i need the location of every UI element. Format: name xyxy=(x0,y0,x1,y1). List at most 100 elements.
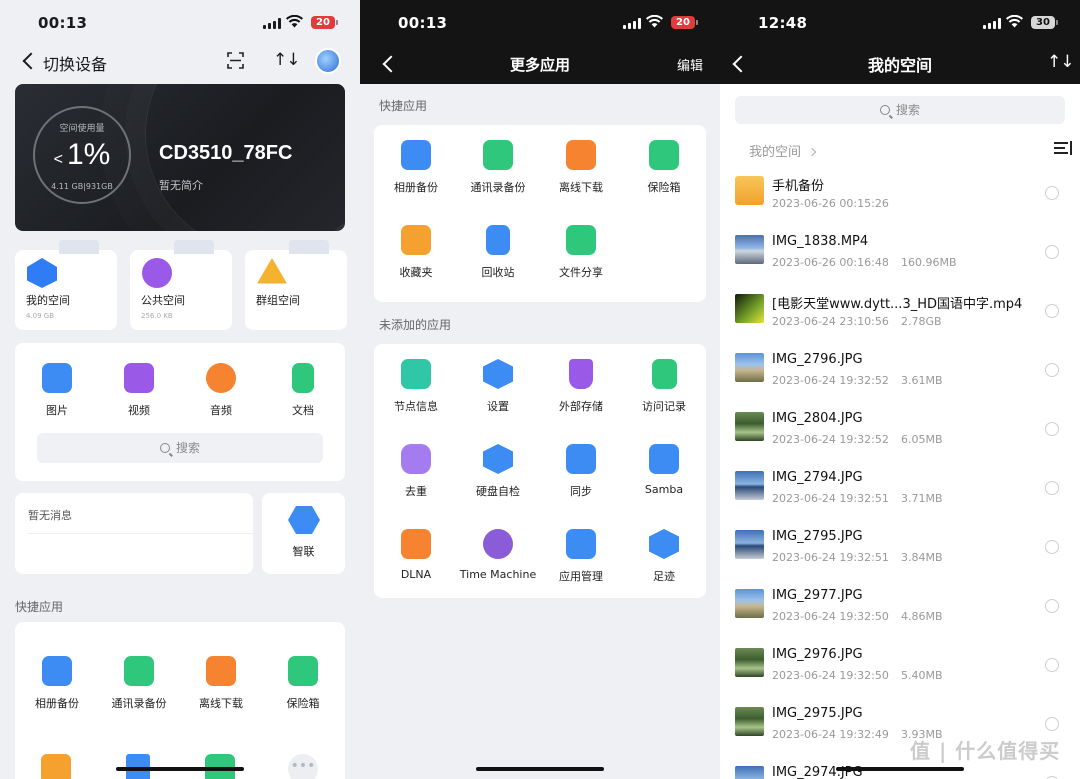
select-radio[interactable] xyxy=(1045,304,1059,318)
app-safe[interactable]: 保险箱 xyxy=(624,140,704,195)
file-name: 手机备份 xyxy=(772,179,825,194)
app-samba[interactable]: Samba xyxy=(624,444,704,496)
select-radio[interactable] xyxy=(1045,245,1059,259)
search-bar[interactable]: 搜索 xyxy=(37,433,323,463)
device-home-screen: 00:13 20 切换设备 ↑↓ 空间使用量 <1% 4.11 GB|931GB… xyxy=(0,0,360,779)
zhilian-card[interactable]: 智联 xyxy=(262,493,345,574)
app-access-log[interactable]: 访问记录 xyxy=(624,359,704,414)
signal-icon xyxy=(263,18,281,29)
file-row[interactable]: IMG_2976.JPG 2023-06-24 19:32:50 5.40MB xyxy=(720,640,1080,699)
space-name: 公共空间 xyxy=(141,294,185,307)
my-space-screen: 12:48 30 我的空间 ↑↓ 搜索 我的空间 手机备份 2023-06-26 … xyxy=(720,0,1080,779)
select-radio[interactable] xyxy=(1045,540,1059,554)
app-node-info[interactable]: 节点信息 xyxy=(376,359,456,414)
file-thumbnail xyxy=(735,471,764,500)
file-size: 4.86MB xyxy=(901,610,943,623)
switch-device-label[interactable]: 切换设备 xyxy=(43,51,107,75)
app-external-storage[interactable]: 外部存储 xyxy=(541,359,621,414)
breadcrumb[interactable]: 我的空间 xyxy=(749,141,817,160)
folder-row[interactable]: 手机备份 2023-06-26 00:15:26 xyxy=(720,168,1080,227)
dedupe-icon xyxy=(401,444,431,474)
app-contacts-backup[interactable]: 通讯录备份 xyxy=(99,656,179,711)
search-bar[interactable]: 搜索 xyxy=(735,96,1065,124)
image-icon xyxy=(42,363,72,393)
file-name: [电影天堂www.dytt...3_HD国语中字.mp4 xyxy=(772,297,1023,312)
breadcrumb-item[interactable]: 我的空间 xyxy=(749,145,801,160)
media-audio[interactable]: 音频 xyxy=(181,363,261,418)
select-radio[interactable] xyxy=(1045,658,1059,672)
space-tile-my[interactable]: 我的空间 4.09 GB xyxy=(15,240,117,330)
photo-backup-icon xyxy=(42,656,72,686)
select-radio[interactable] xyxy=(1045,481,1059,495)
file-size: 3.84MB xyxy=(901,551,943,564)
app-dlna[interactable]: DLNA xyxy=(376,529,456,581)
avatar[interactable] xyxy=(315,48,341,74)
more-icon[interactable]: ••• xyxy=(288,754,318,779)
back-button[interactable] xyxy=(22,50,40,72)
app-photo-backup[interactable]: 相册备份 xyxy=(17,656,97,711)
file-date: 2023-06-24 19:32:49 xyxy=(772,728,889,741)
storage-card[interactable]: 空间使用量 <1% 4.11 GB|931GB CD3510_78FC 暂无简介 xyxy=(15,84,345,231)
offline-download-icon xyxy=(566,140,596,170)
app-offline-download[interactable]: 离线下载 xyxy=(181,656,261,711)
select-radio[interactable] xyxy=(1045,363,1059,377)
file-row[interactable]: IMG_2796.JPG 2023-06-24 19:32:52 3.61MB xyxy=(720,345,1080,404)
public-space-icon xyxy=(142,258,172,288)
group-space-icon xyxy=(257,258,287,284)
app-photo-backup[interactable]: 相册备份 xyxy=(376,140,456,195)
file-thumbnail xyxy=(735,530,764,559)
select-radio[interactable] xyxy=(1045,186,1059,200)
file-thumbnail xyxy=(735,353,764,382)
app-time-machine[interactable]: Time Machine xyxy=(458,529,538,581)
sort-icon[interactable]: ↑↓ xyxy=(1047,52,1074,72)
file-row[interactable]: IMG_2794.JPG 2023-06-24 19:32:51 3.71MB xyxy=(720,463,1080,522)
app-settings[interactable]: 设置 xyxy=(458,359,538,414)
favorites-icon[interactable] xyxy=(41,754,71,779)
contacts-backup-icon xyxy=(124,656,154,686)
app-manage-icon xyxy=(566,529,596,559)
app-sync[interactable]: 同步 xyxy=(541,444,621,499)
space-tile-group[interactable]: 群组空间 xyxy=(245,240,347,330)
select-radio[interactable] xyxy=(1045,717,1059,731)
battery-icon: 30 xyxy=(1031,16,1058,29)
file-size: 3.71MB xyxy=(901,492,943,505)
file-date: 2023-06-24 19:32:51 xyxy=(772,551,889,564)
file-row[interactable]: IMG_1838.MP4 2023-06-26 00:16:48 160.96MB xyxy=(720,227,1080,286)
file-row[interactable]: IMG_2977.JPG 2023-06-24 19:32:50 4.86MB xyxy=(720,581,1080,640)
list-view-icon[interactable] xyxy=(1054,141,1072,155)
app-offline-download[interactable]: 离线下载 xyxy=(541,140,621,195)
app-contacts-backup[interactable]: 通讯录备份 xyxy=(458,140,538,195)
app-safe[interactable]: 保险箱 xyxy=(263,656,343,711)
share-icon xyxy=(566,225,596,255)
app-trash[interactable]: 回收站 xyxy=(458,225,538,280)
app-file-share[interactable]: 文件分享 xyxy=(541,225,621,280)
app-disk-check[interactable]: 硬盘自检 xyxy=(458,444,538,499)
file-row[interactable]: IMG_2804.JPG 2023-06-24 19:32:52 6.05MB xyxy=(720,404,1080,463)
file-row[interactable]: IMG_2795.JPG 2023-06-24 19:32:51 3.84MB xyxy=(720,522,1080,581)
app-favorites[interactable]: 收藏夹 xyxy=(376,225,456,280)
app-footprint[interactable]: 足迹 xyxy=(624,529,704,584)
messages-card[interactable]: 暂无消息 xyxy=(15,493,253,574)
transfer-icon[interactable]: ↑↓ xyxy=(273,50,300,70)
file-thumbnail xyxy=(735,412,764,441)
file-size: 3.61MB xyxy=(901,374,943,387)
select-radio[interactable] xyxy=(1045,599,1059,613)
edit-button[interactable]: 编辑 xyxy=(677,55,703,74)
space-tile-public[interactable]: 公共空间 256.0 KB xyxy=(130,240,232,330)
media-images[interactable]: 图片 xyxy=(17,363,97,418)
home-indicator xyxy=(116,767,244,771)
select-radio[interactable] xyxy=(1045,422,1059,436)
file-name: IMG_2977.JPG xyxy=(772,588,863,603)
app-app-manage[interactable]: 应用管理 xyxy=(541,529,621,584)
music-icon xyxy=(206,363,236,393)
media-documents[interactable]: 文档 xyxy=(263,363,343,418)
file-size: 6.05MB xyxy=(901,433,943,446)
status-time: 00:13 xyxy=(398,14,448,32)
scan-icon[interactable] xyxy=(227,52,244,69)
media-videos[interactable]: 视频 xyxy=(99,363,179,418)
file-row[interactable]: [电影天堂www.dytt...3_HD国语中字.mp4 2023-06-24 2… xyxy=(720,286,1080,345)
app-dedupe[interactable]: 去重 xyxy=(376,444,456,499)
file-date: 2023-06-26 00:16:48 xyxy=(772,256,889,269)
file-date: 2023-06-24 19:32:50 xyxy=(772,610,889,623)
favorites-icon xyxy=(401,225,431,255)
